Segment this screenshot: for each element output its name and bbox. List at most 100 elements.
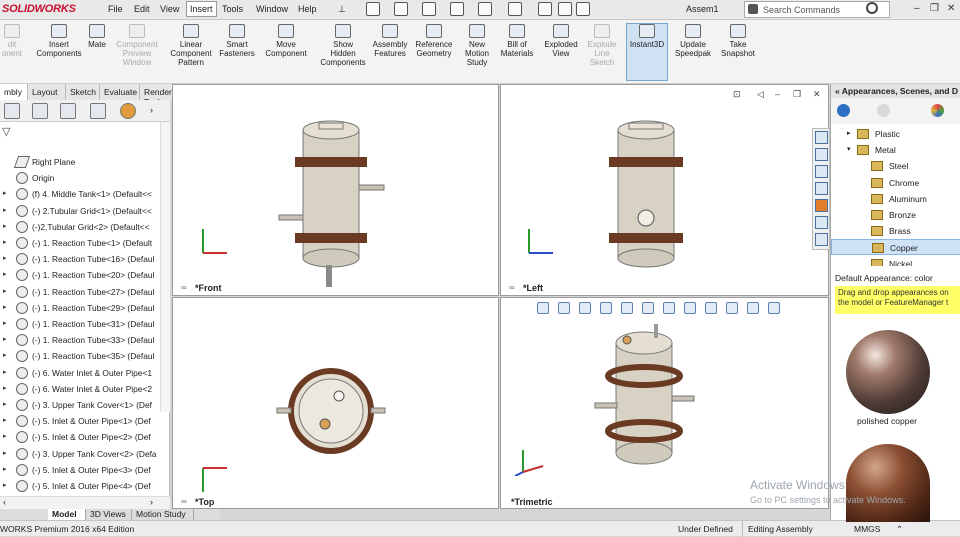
tree-item[interactable]: ▸ (-) 1. Reaction Tube<20> (Defaul [0, 267, 168, 283]
appearance-options-icon[interactable] [931, 104, 944, 117]
viewport-close-icon[interactable]: ✕ [813, 89, 821, 100]
viewport-top[interactable]: ∞ *Top [172, 297, 499, 509]
view-palette-icon[interactable] [815, 182, 828, 195]
tab-layout[interactable]: Layout [28, 84, 66, 100]
tree-item[interactable]: ▸ (-) 1. Reaction Tube<1> (Default [0, 235, 168, 251]
tree-item[interactable]: Right Plane [0, 154, 168, 170]
ribbon-explode-line-sketch-button[interactable]: Explode Line Sketch [584, 24, 620, 67]
hide-show-icon[interactable] [684, 302, 696, 314]
tree-item[interactable]: ▸ (-) 6. Water Inlet & Outer Pipe<2 [0, 381, 168, 397]
menu-file[interactable]: File [106, 4, 125, 14]
appearance-item-metal[interactable]: ▾ Metal [831, 142, 960, 158]
expand-arrow-icon[interactable]: ▸ [3, 319, 7, 327]
expand-arrow-icon[interactable]: ▸ [3, 384, 7, 392]
search-icon[interactable] [866, 2, 878, 14]
appearance-item-plastic[interactable]: ▸ Plastic [831, 126, 960, 142]
configuration-manager-icon[interactable] [60, 103, 76, 119]
viewport-left[interactable]: ∞ *Left ⊡ ◁ – ❐ ✕ [500, 84, 829, 296]
expand-arrow-icon[interactable]: ▸ [3, 254, 7, 262]
expand-arrow-icon[interactable]: ▾ [847, 145, 851, 153]
ribbon-linear-component-pattern-button[interactable]: Linear Component Pattern [168, 24, 214, 67]
tree-item[interactable]: ▸ (-) 5. Inlet & Outer Pipe<2> (Def [0, 429, 168, 445]
menu-view[interactable]: View [158, 4, 181, 14]
viewport-minimize-icon[interactable]: – [775, 89, 780, 99]
appearance-item-aluminum[interactable]: Aluminum [831, 191, 960, 207]
status-units[interactable]: MMGS [854, 524, 880, 534]
edit-appearance-icon[interactable] [705, 302, 717, 314]
file-explorer-icon[interactable] [815, 165, 828, 178]
collapse-icon[interactable]: « [835, 86, 840, 96]
expand-arrow-icon[interactable]: ▸ [3, 368, 7, 376]
display-style-icon[interactable] [663, 302, 675, 314]
trimetric-view-model[interactable] [501, 298, 828, 508]
custom-properties-icon[interactable] [815, 216, 828, 229]
expand-arrow-icon[interactable]: ▸ [3, 449, 7, 457]
ribbon-exploded-view-button[interactable]: Exploded View [540, 24, 582, 58]
expand-arrow-icon[interactable]: ▸ [3, 416, 7, 424]
ribbon-instant3d-button[interactable]: Instant3D [626, 23, 668, 81]
appearance-item-copper[interactable]: Copper [831, 239, 960, 256]
appearances-icon[interactable] [815, 199, 828, 212]
appearance-item-steel[interactable]: Steel [831, 158, 960, 174]
expand-arrow-icon[interactable]: ▸ [3, 432, 7, 440]
bottom-tab-motion-study-1[interactable]: Motion Study 1 [132, 509, 194, 529]
view-settings-icon[interactable] [747, 302, 759, 314]
filter-icon[interactable]: ▽ [2, 125, 10, 138]
previous-view-icon[interactable] [579, 302, 591, 314]
units-chevron-icon[interactable]: ⌃ [896, 524, 903, 535]
ribbon-show-hidden-components-button[interactable]: Show Hidden Components [318, 24, 368, 67]
dynamic-annotation-icon[interactable] [621, 302, 633, 314]
expand-arrow-icon[interactable]: ▸ [3, 335, 7, 343]
feature-manager-icon[interactable] [4, 103, 20, 119]
bottom-tab-model[interactable]: Model [48, 509, 86, 520]
ribbon-bill-of-materials-button[interactable]: Bill of Materials [498, 24, 536, 58]
ribbon-reference-geometry-button[interactable]: Reference Geometry [412, 24, 456, 58]
expand-arrow-icon[interactable]: ▸ [3, 287, 7, 295]
viewport-front[interactable]: ∞ *Front [172, 84, 499, 296]
new-file-icon[interactable] [366, 2, 380, 16]
property-manager-icon[interactable] [32, 103, 48, 119]
tree-item[interactable]: Origin [0, 170, 168, 186]
tree-item[interactable]: ▸ (-) 5. Inlet & Outer Pipe<4> (Def [0, 478, 168, 494]
ribbon-smart-fasteners-button[interactable]: Smart Fasteners [216, 24, 258, 58]
feature-tree-horizontal-scrollbar[interactable]: ‹ › [0, 496, 170, 509]
save-icon[interactable] [422, 2, 436, 16]
expand-arrow-icon[interactable]: ▸ [3, 481, 7, 489]
tree-item[interactable]: ▸ (f) 4. Middle Tank<1> (Default<< [0, 186, 168, 202]
scroll-right-icon[interactable]: › [150, 497, 153, 507]
expand-arrow-icon[interactable]: ▸ [3, 222, 7, 230]
expand-arrow-icon[interactable]: ▸ [3, 206, 7, 214]
expand-arrow-icon[interactable]: ▸ [3, 303, 7, 311]
close-icon[interactable]: ✕ [947, 3, 955, 14]
design-library-icon[interactable] [815, 148, 828, 161]
dimxpert-icon[interactable] [90, 103, 106, 119]
tree-item[interactable]: ▸ (-) 5. Inlet & Outer Pipe<1> (Def [0, 413, 168, 429]
tab-mbly[interactable]: mbly [0, 84, 28, 100]
home-icon[interactable] [815, 131, 828, 144]
ribbon-dit-onent-button[interactable]: dit onent [0, 24, 24, 58]
ribbon-new-motion-study-button[interactable]: New Motion Study [460, 24, 494, 67]
ribbon-take-snapshot-button[interactable]: Take Snapshot [716, 24, 760, 58]
left-view-model[interactable] [501, 85, 828, 295]
tree-item[interactable]: ▸ (-) 1. Reaction Tube<31> (Defaul [0, 316, 168, 332]
view-orientation-icon[interactable] [642, 302, 654, 314]
swatch-polished-copper[interactable] [846, 330, 930, 414]
menu-edit[interactable]: Edit [132, 4, 152, 14]
open-file-icon[interactable] [394, 2, 408, 16]
tree-item[interactable]: ▸ (-) 3. Upper Tank Cover<2> (Defa [0, 446, 168, 462]
menu-insert[interactable]: Insert [186, 1, 217, 17]
options-gear-icon[interactable] [576, 2, 590, 16]
chevron-right-icon[interactable]: › [150, 105, 153, 115]
tab-sketch[interactable]: Sketch [66, 84, 100, 100]
minimize-icon[interactable]: – [914, 3, 920, 14]
expand-arrow-icon[interactable]: ▸ [3, 238, 7, 246]
tree-item[interactable]: ▸ (-) 3. Upper Tank Cover<1> (Def [0, 397, 168, 413]
apply-scene-icon[interactable] [726, 302, 738, 314]
expand-arrow-icon[interactable]: ▸ [3, 400, 7, 408]
menu-help[interactable]: Help [296, 4, 319, 14]
swatch-copper[interactable] [846, 444, 930, 522]
ribbon-mate-button[interactable]: Mate [84, 24, 110, 49]
zoom-to-fit-icon[interactable] [537, 302, 549, 314]
tab-evaluate[interactable]: Evaluate [100, 84, 140, 100]
ribbon-move-component-button[interactable]: Move Component [262, 24, 310, 58]
